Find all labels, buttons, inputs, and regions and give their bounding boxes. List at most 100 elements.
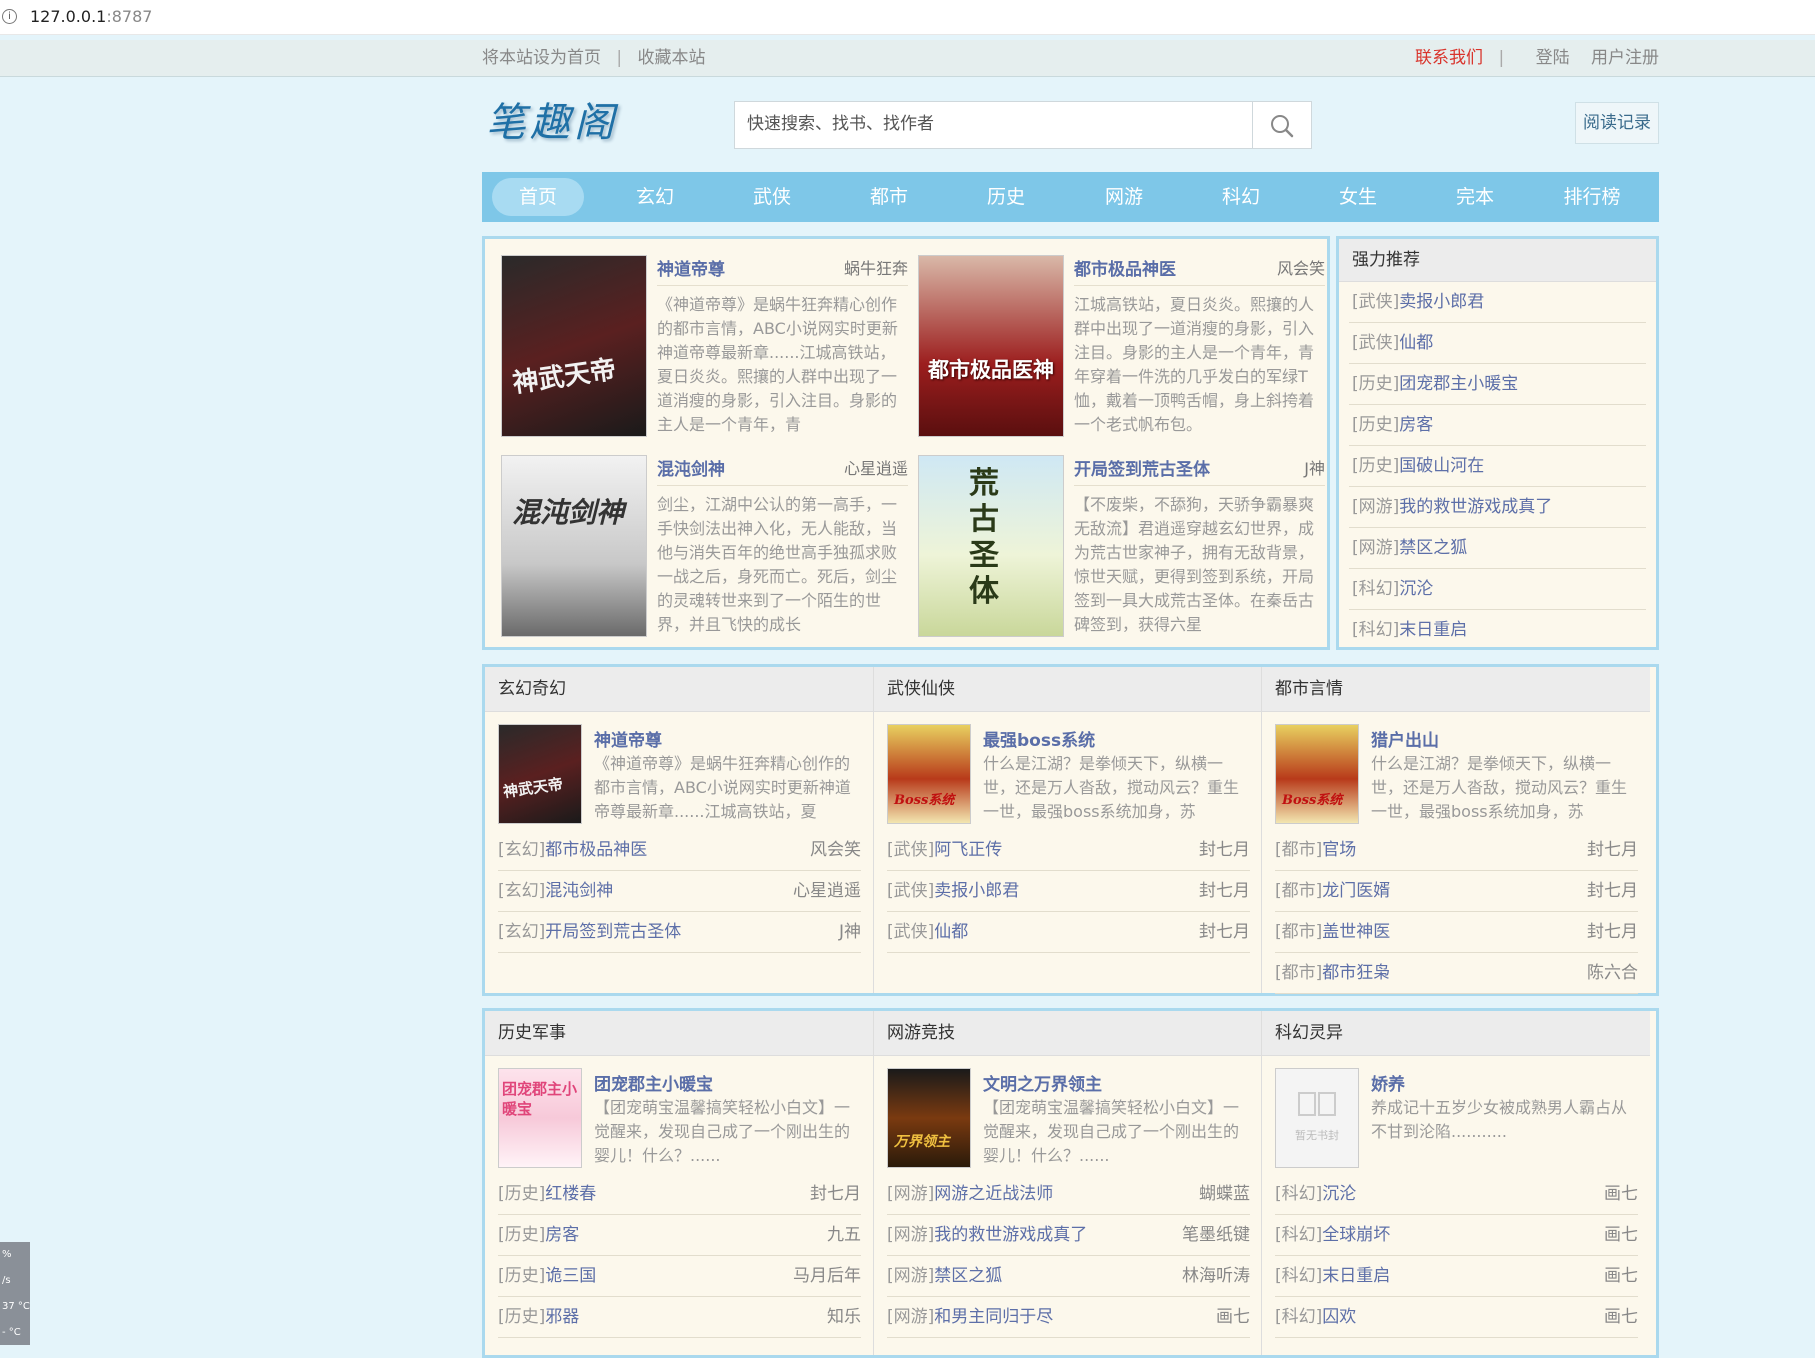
nav-wanben[interactable]: 完本: [1429, 178, 1521, 216]
list-item[interactable]: [历史]邪器 知乐: [498, 1297, 861, 1338]
nav-lishi[interactable]: 历史: [960, 178, 1052, 216]
book-title[interactable]: 都市极品神医: [1074, 255, 1176, 280]
list-item[interactable]: [网游]我的救世游戏成真了 笔墨纸键: [887, 1215, 1250, 1256]
divider: |: [1498, 48, 1505, 68]
book-cover[interactable]: Boss系统: [1275, 724, 1359, 824]
list-item[interactable]: [网游]禁区之狐: [1349, 528, 1646, 569]
search-box: [734, 101, 1312, 149]
divider: |: [616, 48, 623, 68]
list-item[interactable]: [历史]诡三国 马月后年: [498, 1256, 861, 1297]
url-text[interactable]: 127.0.0.1:8787: [30, 7, 152, 26]
book-cover[interactable]: 神武天帝: [501, 255, 647, 437]
book-description: 什么是江湖？是拳倾天下，纵横一世，还是万人沓敌，搅动风云？重生一世，最强boss…: [1371, 754, 1628, 821]
list-item[interactable]: [网游]禁区之狐 林海听涛: [887, 1256, 1250, 1297]
book-description: 什么是江湖？是拳倾天下，纵横一世，还是万人沓敌，搅动风云？重生一世，最强boss…: [983, 754, 1240, 821]
list-item[interactable]: [网游]我的救世游戏成真了: [1349, 487, 1646, 528]
book-title[interactable]: 团宠郡主小暖宝: [594, 1070, 713, 1095]
register-link[interactable]: 用户注册: [1591, 48, 1659, 68]
nav-kehuan[interactable]: 科幻: [1195, 178, 1287, 216]
list-item[interactable]: [玄幻]都市极品神医 风会笑: [498, 830, 861, 871]
section-top-book: 暂无书封 娇养 养成记十五岁少女被成熟男人霸占从不甘到沦陷...........: [1275, 1068, 1638, 1174]
book-title[interactable]: 猎户出山: [1371, 726, 1439, 751]
section-title: 都市言情: [1262, 667, 1650, 712]
book-title[interactable]: 文明之万界领主: [983, 1070, 1102, 1095]
category-section-kehuan: 科幻灵异 暂无书封 娇养 养成记十五岁少女被成熟男人霸占从不甘到沦陷......…: [1261, 1011, 1650, 1355]
book-description: 【团宠萌宝温馨搞笑轻松小白文】一觉醒来，发现自己成了一个刚出生的婴儿！什么？..…: [594, 1098, 851, 1165]
list-item[interactable]: [科幻]末日重启: [1349, 610, 1646, 650]
list-item[interactable]: [历史]国破山河在: [1349, 446, 1646, 487]
list-item[interactable]: [科幻]囚欢 画七: [1275, 1297, 1638, 1338]
list-item[interactable]: [武侠]卖报小郎君: [1349, 282, 1646, 323]
book-cover[interactable]: 混沌剑神: [501, 455, 647, 637]
book-cover[interactable]: 团宠郡主小暖宝: [498, 1068, 582, 1168]
book-cover[interactable]: 都市极品医神: [918, 255, 1064, 437]
book-description: 【不废柴，不舔狗，天骄争霸暴爽无敌流】君逍遥穿越玄幻世界，成为荒古世家神子，拥有…: [1074, 495, 1315, 634]
set-home-link[interactable]: 将本站设为首页: [482, 48, 601, 68]
nav-dushi[interactable]: 都市: [843, 178, 935, 216]
book-author: J神: [1304, 459, 1325, 478]
list-item[interactable]: [历史]团宠郡主小暖宝: [1349, 364, 1646, 405]
category-section-wuxia: 武侠仙侠 Boss系统 最强boss系统 什么是江湖？是拳倾天下，纵横一世，还是…: [873, 667, 1262, 993]
main-nav: 首页 玄幻 武侠 都市 历史 网游 科幻 女生 完本 排行榜: [482, 172, 1659, 222]
list-item[interactable]: [玄幻]混沌剑神 心星逍遥: [498, 871, 861, 912]
list-item[interactable]: [历史]房客: [1349, 405, 1646, 446]
contact-link[interactable]: 联系我们: [1415, 48, 1483, 68]
book-title[interactable]: 神道帝尊: [594, 726, 662, 751]
list-item[interactable]: [科幻]末日重启 画七: [1275, 1256, 1638, 1297]
nav-wuxia[interactable]: 武侠: [726, 178, 818, 216]
search-button[interactable]: [1252, 102, 1311, 148]
nav-home[interactable]: 首页: [492, 178, 584, 216]
bookmark-link[interactable]: 收藏本站: [638, 48, 706, 68]
info-icon[interactable]: i: [2, 9, 17, 24]
book-author: 心星逍遥: [843, 459, 908, 478]
list-item[interactable]: [网游]和男主同归于尽 画七: [887, 1297, 1250, 1338]
book-cover[interactable]: Boss系统: [887, 724, 971, 824]
book-title[interactable]: 娇养: [1371, 1070, 1405, 1095]
list-item[interactable]: [都市]盖世神医 封七月: [1275, 912, 1638, 953]
book-description: 江城高铁站，夏日炎炎。熙攘的人群中出现了一道消瘦的身影，引入注目。身影的主人是一…: [1074, 295, 1315, 434]
book-author: 蜗牛狂奔: [843, 259, 908, 278]
category-section-lishi: 历史军事 团宠郡主小暖宝 团宠郡主小暖宝 【团宠萌宝温馨搞笑轻松小白文】一觉醒来…: [485, 1011, 873, 1355]
book-title[interactable]: 开局签到荒古圣体: [1074, 455, 1210, 480]
list-item[interactable]: [都市]都市狂枭 陈六合: [1275, 953, 1638, 994]
list-item[interactable]: [科幻]沉沦: [1349, 569, 1646, 610]
book-title[interactable]: 最强boss系统: [983, 726, 1095, 751]
book-title[interactable]: 混沌剑神: [657, 455, 725, 480]
book-cover[interactable]: 万界领主: [887, 1068, 971, 1168]
login-link[interactable]: 登陆: [1536, 48, 1570, 68]
nav-xuanhuan[interactable]: 玄幻: [609, 178, 701, 216]
category-sections-row-2: 历史军事 团宠郡主小暖宝 团宠郡主小暖宝 【团宠萌宝温馨搞笑轻松小白文】一觉醒来…: [482, 1008, 1659, 1358]
list-item[interactable]: [科幻]沉沦 画七: [1275, 1174, 1638, 1215]
panel-title: 强力推荐: [1339, 239, 1656, 282]
book-cover[interactable]: 神武天帝: [498, 724, 582, 824]
list-item[interactable]: [都市]官场 封七月: [1275, 830, 1638, 871]
list-item[interactable]: [武侠]卖报小郎君 封七月: [887, 871, 1250, 912]
nav-nvsheng[interactable]: 女生: [1312, 178, 1404, 216]
list-item[interactable]: [科幻]全球崩坏 画七: [1275, 1215, 1638, 1256]
list-item[interactable]: [都市]龙门医婿 封七月: [1275, 871, 1638, 912]
book-title[interactable]: 神道帝尊: [657, 255, 725, 280]
divider: [1074, 285, 1325, 286]
book-description: 养成记十五岁少女被成熟男人霸占从不甘到沦陷...........: [1371, 1098, 1628, 1141]
section-title: 网游竞技: [874, 1011, 1262, 1056]
strong-recommend-panel: 强力推荐 [武侠]卖报小郎君 [武侠]仙都 [历史]团宠郡主小暖宝 [历史]房客…: [1336, 236, 1659, 650]
nav-ranking[interactable]: 排行榜: [1546, 178, 1638, 216]
book-cover[interactable]: 荒古圣体: [918, 455, 1064, 637]
site-logo[interactable]: 笔趣阁: [486, 90, 618, 148]
list-item[interactable]: [历史]房客 九五: [498, 1215, 861, 1256]
section-top-book: 神武天帝 神道帝尊 《神道帝尊》是蜗牛狂奔精心创作的都市言情，ABC小说网实时更…: [498, 724, 861, 830]
search-input[interactable]: [735, 102, 1255, 146]
list-item[interactable]: [玄幻]开局签到荒古圣体 J神: [498, 912, 861, 953]
list-item[interactable]: [武侠]仙都: [1349, 323, 1646, 364]
section-title: 玄幻奇幻: [485, 667, 873, 712]
reading-history-button[interactable]: 阅读记录: [1575, 102, 1659, 144]
list-item[interactable]: [武侠]仙都 封七月: [887, 912, 1250, 953]
nav-wangyou[interactable]: 网游: [1078, 178, 1170, 216]
list-item[interactable]: [历史]红楼春 封七月: [498, 1174, 861, 1215]
list-item[interactable]: [网游]网游之近战法师 蝴蝶蓝: [887, 1174, 1250, 1215]
list-item[interactable]: [武侠]阿飞正传 封七月: [887, 830, 1250, 871]
book-cover[interactable]: 暂无书封: [1275, 1068, 1359, 1168]
book-author: 风会笑: [1276, 259, 1325, 278]
browser-url-bar[interactable]: i 127.0.0.1:8787: [0, 0, 1815, 35]
book-placeholder-icon: [1298, 1092, 1336, 1116]
